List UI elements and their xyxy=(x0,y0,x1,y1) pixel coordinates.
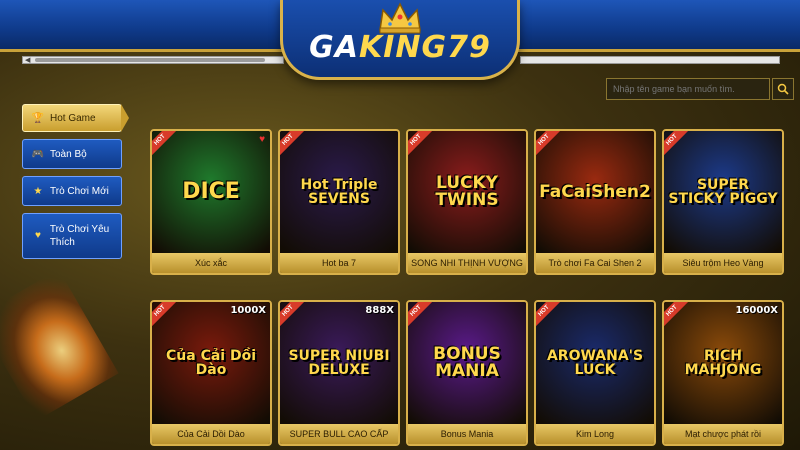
game-art-title: SUPER NIUBI DELUXE xyxy=(288,348,390,378)
sidebar-item-label: Trò Chơi Yêu Thích xyxy=(49,223,110,249)
game-card[interactable]: FaCaiShen2 HOT Trò chơi Fa Cai Shen 2 xyxy=(534,129,656,275)
favorite-icon[interactable]: ♥ xyxy=(259,134,265,145)
game-thumbnail[interactable]: RICH MAHJONG xyxy=(664,302,782,424)
game-card[interactable]: Của Cải Dồi Dào HOT 1000X Của Cải Dồi Dào xyxy=(150,300,272,446)
game-card[interactable]: BONUS MANIA HOT Bonus Mania xyxy=(406,300,528,446)
game-thumbnail[interactable]: AROWANA'S LUCK xyxy=(536,302,654,424)
game-card[interactable]: Hot Triple SEVENS HOT Hot ba 7 xyxy=(278,129,400,275)
fireball-decoration xyxy=(0,269,119,421)
scroll-left-icon[interactable]: ◀ xyxy=(25,56,30,64)
brand-name: GAKING79 xyxy=(309,30,491,65)
game-thumbnail[interactable]: FaCaiShen2 xyxy=(536,131,654,253)
game-art-title: BONUS MANIA xyxy=(433,344,501,381)
sidebar-item-favorites[interactable]: ♥ Trò Chơi Yêu Thích xyxy=(22,213,122,259)
game-thumbnail[interactable]: Hot Triple SEVENS xyxy=(280,131,398,253)
game-art-title: DICE xyxy=(182,179,240,204)
heart-icon: ♥ xyxy=(34,230,41,242)
sidebar-item-new-games[interactable]: ★ Trò Chơi Mới xyxy=(22,176,122,206)
game-name: Siêu trộm Heo Vàng xyxy=(664,253,782,273)
game-art-title: FaCaiShen2 xyxy=(539,181,651,202)
search-button[interactable] xyxy=(772,78,794,100)
game-thumbnail[interactable]: Của Cải Dồi Dào xyxy=(152,302,270,424)
game-name: Bonus Mania xyxy=(408,424,526,444)
multiplier-tag: 16000X xyxy=(735,305,779,316)
game-name: Hot ba 7 xyxy=(280,253,398,273)
game-art-title: LUCKY TWINS xyxy=(435,173,499,210)
game-name: Mạt chược phát rồi xyxy=(664,424,782,444)
crown-icon xyxy=(379,2,421,34)
trophy-icon: 🏆 xyxy=(31,112,45,124)
game-card[interactable]: DICE HOT ♥ Xúc xắc xyxy=(150,129,272,275)
game-art-title: RICH MAHJONG xyxy=(684,348,762,378)
horizontal-scrollbar[interactable]: ◀ xyxy=(22,56,284,64)
search-icon xyxy=(777,83,789,95)
gamepad-icon: 🎮 xyxy=(31,148,45,160)
scrollbar-thumb[interactable] xyxy=(35,58,265,62)
game-card[interactable]: LUCKY TWINS HOT SONG NHI THỊNH VƯỢNG xyxy=(406,129,528,275)
game-art-title: Hot Triple SEVENS xyxy=(300,177,378,207)
game-name: Kim Long xyxy=(536,424,654,444)
game-art-title: AROWANA'S LUCK xyxy=(546,348,644,378)
game-name: SUPER BULL CAO CẤP xyxy=(280,424,398,444)
star-icon: ★ xyxy=(33,185,43,197)
sidebar-item-label: Trò Chơi Mới xyxy=(50,185,109,197)
sidebar-item-label: Toàn Bộ xyxy=(50,148,87,160)
game-name: Của Cải Dồi Dào xyxy=(152,424,270,444)
horizontal-scrollbar-right[interactable] xyxy=(520,56,780,64)
sidebar-item-all[interactable]: 🎮 Toàn Bộ xyxy=(22,139,122,169)
search-input[interactable] xyxy=(606,78,770,100)
brand-prefix: GA xyxy=(309,30,359,65)
sidebar-item-hot-game[interactable]: 🏆 Hot Game xyxy=(22,104,122,132)
game-card[interactable]: RICH MAHJONG HOT 16000X Mạt chược phát rồi xyxy=(662,300,784,446)
game-thumbnail[interactable]: LUCKY TWINS xyxy=(408,131,526,253)
multiplier-tag: 888X xyxy=(365,305,394,316)
game-thumbnail[interactable]: BONUS MANIA xyxy=(408,302,526,424)
brand-suffix: KING79 xyxy=(358,30,491,65)
multiplier-tag: 1000X xyxy=(230,305,266,316)
game-name: SONG NHI THỊNH VƯỢNG xyxy=(408,253,526,273)
game-name: Xúc xắc xyxy=(152,253,270,273)
game-card[interactable]: AROWANA'S LUCK HOT Kim Long xyxy=(534,300,656,446)
game-art-title: SUPER STICKY PIGGY xyxy=(668,177,778,207)
sidebar-item-label: Hot Game xyxy=(50,112,96,124)
game-card[interactable]: SUPER NIUBI DELUXE HOT 888X SUPER BULL CAO … xyxy=(278,300,400,446)
active-indicator xyxy=(121,104,129,132)
game-name: Trò chơi Fa Cai Shen 2 xyxy=(536,253,654,273)
game-thumbnail[interactable]: SUPER NIUBI DELUXE xyxy=(280,302,398,424)
game-art-title: Của Cải Dồi Dào xyxy=(166,348,256,378)
game-thumbnail[interactable]: SUPER STICKY PIGGY xyxy=(664,131,782,253)
game-thumbnail[interactable]: DICE xyxy=(152,131,270,253)
game-card[interactable]: SUPER STICKY PIGGY HOT Siêu trộm Heo Vàng xyxy=(662,129,784,275)
